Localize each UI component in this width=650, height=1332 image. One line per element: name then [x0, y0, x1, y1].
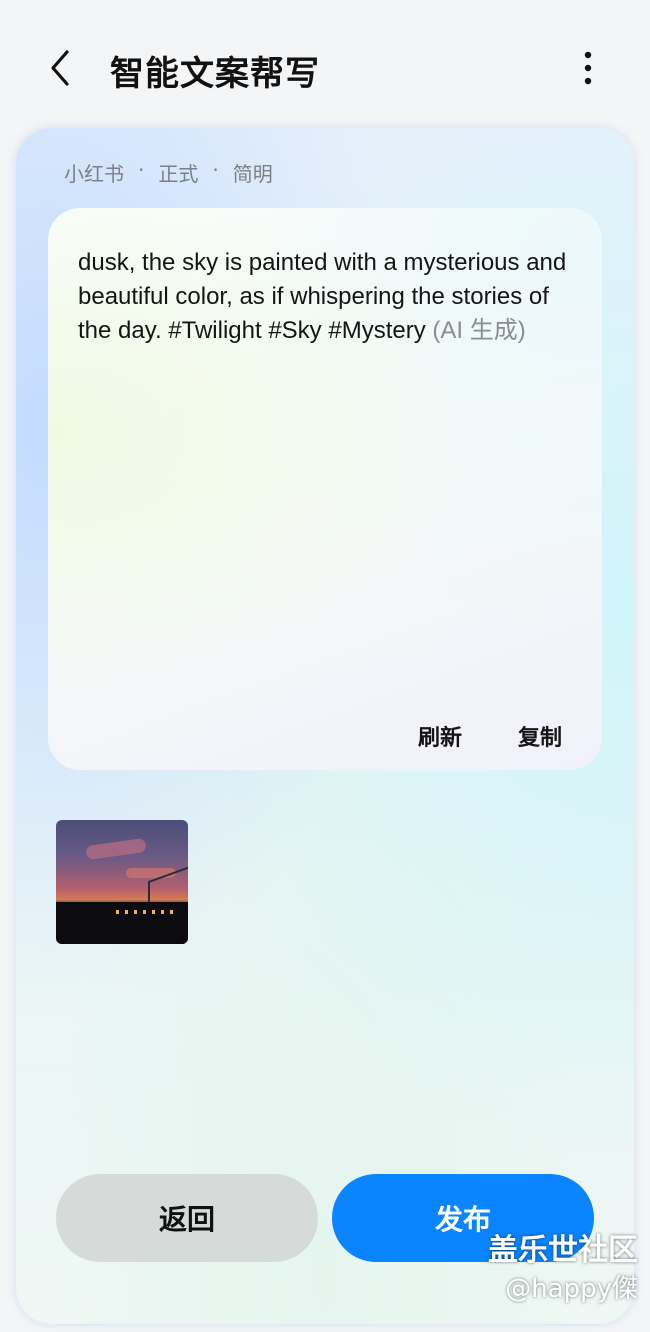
writing-assistant-card: 小红书 · 正式 · 简明 dusk, the sky is painted w… [16, 128, 634, 1324]
copy-button[interactable]: 复制 [518, 720, 562, 752]
more-options-button[interactable] [564, 44, 612, 92]
tag-tone[interactable]: 正式 [158, 158, 198, 187]
return-button[interactable]: 返回 [56, 1174, 318, 1262]
watermark-user: @happy傑 [505, 1274, 638, 1304]
watermark-community: 盖乐世社区 [488, 1233, 638, 1268]
generated-text-panel: dusk, the sky is painted with a mysterio… [48, 208, 602, 770]
tag-separator: · [212, 158, 219, 182]
photo-city-lights [116, 910, 176, 914]
photo-ground [56, 902, 188, 944]
ai-generated-label: (AI 生成) [432, 317, 526, 344]
generated-text[interactable]: dusk, the sky is painted with a mysterio… [78, 246, 578, 348]
photo-cloud [85, 837, 147, 861]
style-tags: 小红书 · 正式 · 简明 [64, 158, 273, 187]
top-bar: 智能文案帮写 [0, 0, 650, 130]
refresh-button[interactable]: 刷新 [418, 720, 462, 752]
watermark: 盖乐世社区 @happy傑 [488, 1230, 638, 1306]
tag-separator: · [138, 158, 145, 182]
chevron-left-icon [51, 50, 69, 86]
panel-actions: 刷新 复制 [418, 720, 562, 752]
more-vertical-icon [584, 51, 592, 85]
attached-photo-thumbnail[interactable] [56, 820, 188, 944]
tag-length[interactable]: 简明 [233, 158, 273, 187]
tag-platform[interactable]: 小红书 [64, 158, 124, 187]
back-button[interactable] [36, 44, 84, 92]
page-title: 智能文案帮写 [110, 54, 320, 94]
